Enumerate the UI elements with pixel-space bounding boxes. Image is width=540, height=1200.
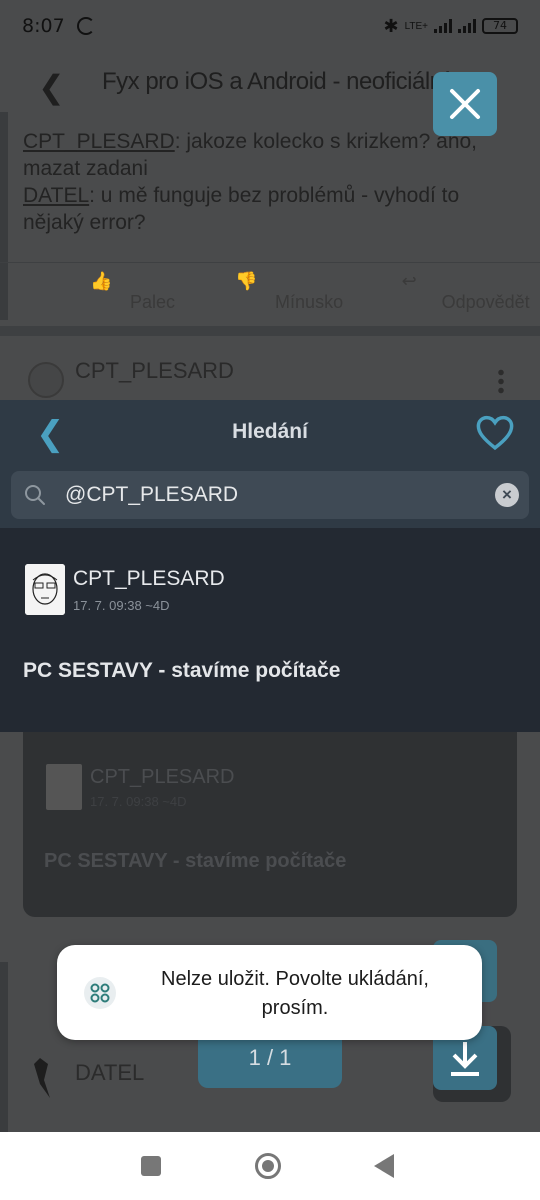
navigation-bar — [0, 1132, 540, 1200]
background-back-icon: ❮ — [38, 69, 65, 105]
result-topic: PC SESTAVY - stavíme počítače — [23, 659, 341, 682]
background-post-user: CPT_PLESARD — [75, 358, 234, 383]
search-result[interactable]: CPT_PLESARD 17. 7. 09:38 ~4D PC SESTAVY … — [0, 528, 540, 732]
toast: Nelze uložit. Povolte ukládání, prosím. — [57, 945, 482, 1040]
background-datel-avatar — [34, 1058, 50, 1098]
background-datel-user: DATEL — [75, 1060, 145, 1085]
heart-outline-icon[interactable] — [474, 412, 516, 454]
sync-icon — [76, 17, 95, 35]
background-dislike: 👎 Mínusko — [235, 270, 344, 312]
background-card: CPT_PLESARD 17. 7. 09:38 ~4D PC SESTAVY … — [23, 732, 517, 917]
recent-apps-button[interactable] — [141, 1156, 161, 1176]
background-card-date: 17. 7. 09:38 ~4D — [90, 794, 187, 809]
battery-icon: 74 — [482, 18, 518, 34]
background-card-avatar — [46, 764, 82, 810]
signal-icon-2 — [458, 19, 476, 33]
search-header: ❮ Hledání × — [0, 400, 540, 528]
background-avatar — [28, 362, 64, 398]
background-post-text: CPT_PLESARD: jakoze kolecko s krizkem? a… — [23, 130, 478, 234]
toast-message: Nelze uložit. Povolte ukládání, prosím. — [161, 968, 429, 1019]
status-time: 8:07 — [22, 15, 65, 37]
signal-icon — [434, 19, 452, 33]
close-icon — [450, 89, 480, 119]
background-title: Fyx pro iOS a Android - neoficiální — [102, 68, 449, 95]
status-bar: 8:07 ✱ LTE+ 74 — [0, 0, 540, 52]
background-like: 👍 Palec — [90, 270, 176, 312]
close-button[interactable] — [433, 72, 497, 136]
background-mention-link: DATEL — [23, 184, 90, 207]
search-box[interactable]: × — [11, 471, 529, 519]
background-post-actions: 👍 Palec 👎 Mínusko ↩ Odpovědět — [0, 262, 540, 320]
background-post: CPT_PLESARD: jakoze kolecko s krizkem? a… — [0, 112, 540, 400]
bluetooth-icon: ✱ — [383, 15, 399, 36]
background-reply: ↩ Odpovědět — [401, 270, 530, 312]
network-type: LTE+ — [404, 20, 428, 32]
page-title: Hledání — [232, 420, 308, 443]
home-button[interactable] — [255, 1153, 281, 1179]
background-card-topic: PC SESTAVY - stavíme počítače — [44, 850, 347, 872]
clear-circle-icon[interactable]: × — [495, 483, 519, 507]
status-icons: ✱ LTE+ 74 — [383, 16, 518, 37]
search-icon — [25, 485, 45, 505]
more-options-icon — [498, 368, 504, 394]
search-input[interactable] — [65, 471, 485, 519]
background-card-user: CPT_PLESARD — [90, 766, 235, 788]
result-user: CPT_PLESARD — [73, 567, 225, 590]
avatar — [25, 564, 65, 615]
app-icon — [84, 977, 116, 1009]
background-mention-link: CPT_PLESARD — [23, 130, 175, 153]
result-date: 17. 7. 09:38 ~4D — [73, 598, 170, 613]
back-button[interactable] — [374, 1154, 394, 1178]
